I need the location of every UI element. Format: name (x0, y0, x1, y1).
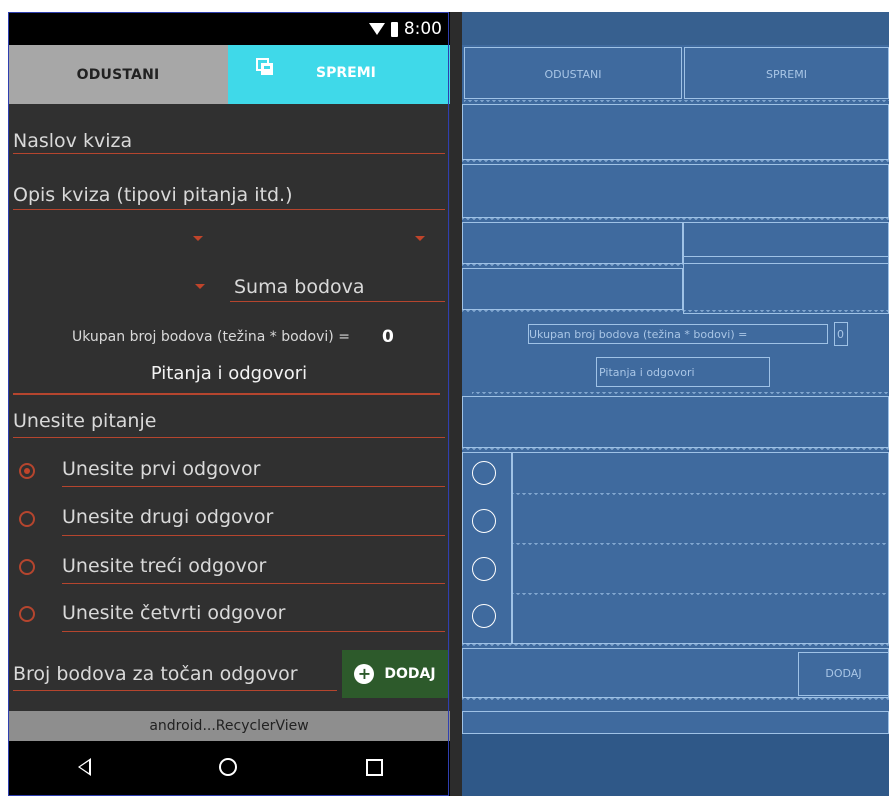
add-button-label: DODAJ (384, 666, 436, 682)
blueprint-bottom-edge (462, 698, 889, 702)
quiz-title-input[interactable]: Naslov kviza (13, 130, 132, 152)
blueprint-question-box (462, 396, 889, 448)
blueprint-radio-3[interactable] (472, 557, 496, 581)
qa-section-title: Pitanja i odgovori (150, 363, 308, 384)
blueprint-save-button[interactable]: SPREMI (684, 47, 889, 99)
blueprint-spinner-left (462, 222, 683, 264)
answer-2-input[interactable]: Unesite drugi odgovor (62, 506, 273, 528)
answer-2-underline (62, 535, 445, 536)
points-sum-input[interactable]: Suma bodova (234, 276, 365, 298)
blueprint-answer-1-edge (512, 493, 889, 497)
status-time: 8:00 (403, 19, 442, 39)
answer-4-radio[interactable] (19, 606, 35, 622)
navigation-bar (8, 741, 450, 796)
wifi-icon (368, 23, 385, 35)
question-underline (13, 437, 445, 438)
save-icon (256, 58, 273, 75)
blueprint-recycler-box (462, 711, 889, 734)
correct-points-input[interactable]: Broj bodova za točan odgovor (13, 663, 298, 685)
answer-1-radio[interactable] (19, 463, 35, 479)
answer-1-input[interactable]: Unesite prvi odgovor (62, 458, 260, 480)
question-input[interactable]: Unesite pitanje (13, 410, 156, 432)
quiz-description-input[interactable]: Opis kviza (tipovi pitanja itd.) (13, 184, 292, 206)
blueprint-cancel-label: ODUSTANI (544, 68, 602, 81)
points-sum-underline (230, 301, 445, 302)
editor-divider (450, 12, 462, 796)
blueprint-radio-2[interactable] (472, 509, 496, 533)
blueprint-quiz-title-box (462, 104, 889, 160)
blueprint-radio-4[interactable] (472, 604, 496, 628)
blueprint-save-label: SPREMI (766, 68, 807, 81)
weight-spinner-arrow-icon[interactable] (195, 284, 205, 289)
difficulty-spinner-arrow-icon[interactable] (415, 236, 425, 241)
quiz-description-underline (13, 209, 445, 210)
blueprint-qa-section-title: Pitanja i odgovori (596, 357, 770, 387)
answer-3-radio[interactable] (19, 559, 35, 575)
save-button[interactable]: SPREMI (228, 45, 450, 104)
nav-recent-icon[interactable] (366, 759, 383, 776)
blueprint-total-points-text: Ukupan broj bodova (težina * bodovi) = (529, 328, 748, 341)
total-points-value: 0 (382, 327, 394, 347)
answer-3-input[interactable]: Unesite treći odgovor (62, 555, 266, 577)
answer-4-input[interactable]: Unesite četvrti odgovor (62, 602, 285, 624)
save-button-label: SPREMI (316, 65, 376, 81)
blueprint-answer-2-edge (512, 543, 889, 547)
battery-icon (390, 21, 398, 37)
blueprint-total-points-label: Ukupan broj bodova (težina * bodovi) = (528, 324, 828, 344)
blueprint-total-points-value: 0 (834, 322, 848, 346)
blueprint-radio-1[interactable] (472, 461, 496, 485)
status-bar: 8:00 (8, 12, 450, 45)
total-points-label: Ukupan broj bodova (težina * bodovi) = (72, 329, 350, 345)
blueprint-points-sum-box (683, 256, 889, 314)
blueprint-answer-3-edge (512, 593, 889, 597)
action-toolbar: ODUSTANI SPREMI (8, 45, 450, 104)
qa-section-underline (13, 393, 440, 395)
blueprint-points-edge (462, 310, 889, 314)
blueprint-total-points-value-text: 0 (837, 328, 844, 341)
answer-3-underline (62, 583, 445, 584)
blueprint-cancel-button[interactable]: ODUSTANI (464, 47, 682, 99)
add-button[interactable]: + DODAJ (342, 650, 448, 698)
correct-points-underline (13, 690, 337, 691)
device-preview: 8:00 ODUSTANI SPREMI Naslov kviza Opis k… (8, 12, 450, 796)
nav-home-icon[interactable] (219, 758, 237, 776)
blueprint-nav-bar (462, 734, 889, 796)
answer-2-radio[interactable] (19, 511, 35, 527)
quiz-title-underline (13, 153, 445, 154)
blueprint-status-bar (462, 12, 889, 45)
blueprint-add-label: DODAJ (825, 667, 862, 680)
blueprint-add-button[interactable]: DODAJ (798, 652, 889, 696)
blueprint-answers-column (512, 452, 889, 644)
blueprint-quiz-description-box (462, 164, 889, 218)
cancel-button-label: ODUSTANI (76, 66, 160, 83)
blueprint-weight-spinner (462, 268, 683, 310)
category-spinner-arrow-icon[interactable] (193, 236, 203, 241)
blueprint-preview: ODUSTANI SPREMI Ukupan broj bodova (teži… (462, 12, 889, 796)
cancel-button[interactable]: ODUSTANI (8, 45, 228, 104)
blueprint-qa-section-text: Pitanja i odgovori (599, 366, 695, 379)
recycler-view-placeholder: android...RecyclerView (8, 711, 450, 741)
nav-back-icon[interactable] (78, 758, 91, 776)
add-circle-icon: + (354, 664, 375, 684)
answer-4-underline (62, 631, 445, 632)
answer-1-underline (62, 486, 445, 487)
